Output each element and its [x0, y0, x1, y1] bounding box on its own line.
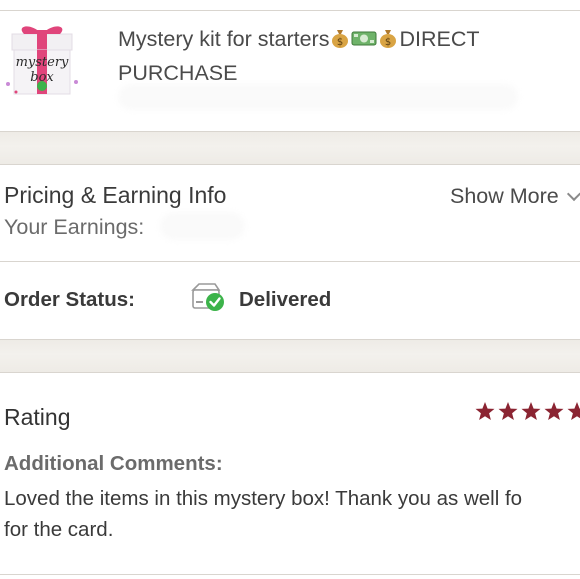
pricing-heading: Pricing & Earning Info — [4, 182, 227, 208]
section-divider — [0, 261, 580, 262]
package-delivered-icon — [190, 281, 228, 313]
redacted-earnings — [160, 212, 245, 240]
product-thumbnail[interactable]: mystery box — [2, 22, 82, 102]
money-bag-icon: $ — [329, 27, 351, 58]
product-title-text: Mystery kit for starters — [118, 27, 330, 51]
section-divider — [0, 164, 580, 165]
star-icon — [567, 402, 580, 420]
dollar-banknote-icon — [351, 27, 377, 58]
comment-text: Loved the items in this mystery box! Tha… — [4, 483, 580, 545]
svg-text:$: $ — [385, 37, 391, 48]
thumbnail-text: mystery box — [15, 55, 69, 85]
section-separator — [0, 132, 580, 164]
star-icon — [544, 402, 564, 420]
money-bag-icon: $ — [377, 27, 399, 58]
redacted-price — [118, 84, 518, 110]
comment-line: for the card. — [4, 518, 114, 541]
show-more-label: Show More — [450, 184, 559, 208]
section-divider — [0, 372, 580, 373]
show-more-link[interactable]: Show More — [450, 184, 580, 209]
svg-text:$: $ — [337, 37, 343, 48]
additional-comments-label: Additional Comments: — [4, 452, 223, 475]
star-icon — [475, 402, 495, 420]
star-rating — [475, 401, 580, 423]
section-separator — [0, 340, 580, 372]
star-icon — [498, 402, 518, 420]
earnings-label: Your Earnings: — [4, 215, 145, 239]
order-status-label: Order Status: — [4, 288, 135, 311]
order-status-value: Delivered — [239, 288, 332, 311]
bottom-divider — [0, 574, 580, 575]
product-title[interactable]: Mystery kit for starters $ $ DIRECT PURC… — [118, 24, 580, 89]
chevron-down-icon — [566, 186, 580, 202]
rating-heading: Rating — [4, 404, 71, 430]
product-title-line2: PURCHASE — [118, 61, 238, 85]
comment-line: Loved the items in this mystery box! Tha… — [4, 487, 523, 510]
top-divider — [0, 10, 580, 11]
star-icon — [521, 402, 541, 420]
product-title-suffix: DIRECT — [399, 27, 480, 51]
